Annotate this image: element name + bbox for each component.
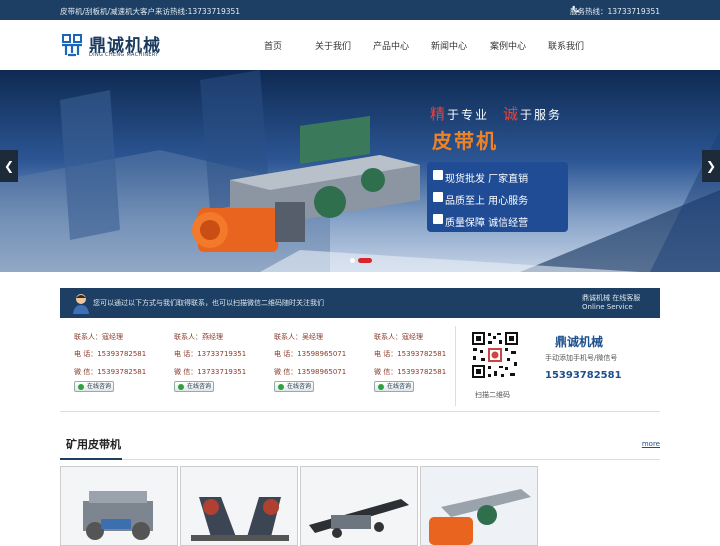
product-card-1[interactable] <box>60 466 178 546</box>
slogan-char-1: 精 <box>430 105 448 123</box>
contact-phone: 电 话：15393782581 <box>374 350 447 358</box>
top-hotline-text: 皮带机/刮板机/减速机大客户来访热线:13733719351 <box>60 7 241 16</box>
section-title: 矿用皮带机 <box>66 438 121 451</box>
slogan-text-1: 于专业 <box>447 108 490 122</box>
top-bar: 皮带机/刮板机/减速机大客户来访热线:13733719351 服务热线：1373… <box>0 0 720 20</box>
check-icon <box>433 170 443 180</box>
online-consult-button[interactable]: 在线咨询 <box>174 381 214 392</box>
qr-caption: 扫描二维码 <box>475 391 510 399</box>
slogan-char-2: 诚 <box>503 105 521 123</box>
slogan-text-2: 于服务 <box>520 108 563 122</box>
qr-company-name: 鼎诚机械 <box>555 335 604 349</box>
nav-cases[interactable]: 案例中心 <box>490 39 526 52</box>
nav-about[interactable]: 关于我们 <box>315 39 351 52</box>
contact-phone: 电 话：13733719351 <box>174 350 247 358</box>
feature-1: 现货批发 厂家直销 <box>445 174 529 185</box>
product-image <box>61 467 177 545</box>
company-logo-icon[interactable] <box>60 31 84 57</box>
banner-next-arrow-icon[interactable]: ❯ <box>702 150 720 182</box>
online-consult-button[interactable]: 在线咨询 <box>374 381 414 392</box>
section-header: 矿用皮带机 more <box>60 430 660 460</box>
contact-wechat: 微 信：13598965071 <box>274 368 347 376</box>
online-consult-button[interactable]: 在线咨询 <box>274 381 314 392</box>
divider <box>455 326 456 406</box>
contact-name: 联系人：燕经理 <box>174 333 223 341</box>
section-more-link[interactable]: more <box>642 440 660 448</box>
company-logo-subtitle: DING CHENG MACHINERY <box>89 52 159 58</box>
site-header: 鼎诚机械 DING CHENG MACHINERY 首页 关于我们 产品中心 新… <box>0 20 720 70</box>
banner-features-box: 现货批发 厂家直销 品质至上 用心服务 质量保障 诚信经营 <box>427 162 568 232</box>
customer-service-avatar-icon <box>73 294 89 314</box>
product-card-2[interactable] <box>180 466 298 546</box>
slide-dot-1[interactable] <box>350 258 355 263</box>
contact-wechat: 微 信：13733719351 <box>174 368 247 376</box>
nav-products[interactable]: 产品中心 <box>373 39 409 52</box>
banner-background-image <box>0 70 720 272</box>
slide-dot-2[interactable] <box>358 258 372 263</box>
feature-2: 品质至上 用心服务 <box>445 196 529 207</box>
hero-banner[interactable]: 精于专业 诚于服务 皮带机 现货批发 厂家直销 品质至上 用心服务 质量保障 诚… <box>0 70 720 272</box>
banner-title: 皮带机 <box>432 129 498 153</box>
nav-home[interactable]: 首页 <box>264 39 282 52</box>
contact-name: 联系人：吴经理 <box>274 333 323 341</box>
check-icon <box>433 192 443 202</box>
banner-prev-arrow-icon[interactable]: ❮ <box>0 150 18 182</box>
qr-note: 手动添加手机号/微信号 <box>545 354 618 362</box>
contact-name: 联系人：寇经理 <box>74 333 123 341</box>
contact-phone: 电 话：15393782581 <box>74 350 147 358</box>
online-service-subtitle: Online Service <box>582 303 633 311</box>
product-image <box>301 467 417 545</box>
qr-number: 15393782581 <box>545 370 622 381</box>
contact-wechat: 微 信：15393782581 <box>74 368 147 376</box>
contact-phone: 电 话：13598965071 <box>274 350 347 358</box>
product-image <box>181 467 297 545</box>
contact-intro-text: 您可以通过以下方式与我们取得联系，也可以扫描微信二维码随时关注我们 <box>93 299 324 307</box>
nav-news[interactable]: 新闻中心 <box>431 39 467 52</box>
online-consult-button[interactable]: 在线咨询 <box>74 381 114 392</box>
feature-3: 质量保障 诚信经营 <box>445 218 529 229</box>
product-card-4[interactable] <box>420 466 538 546</box>
contact-name: 联系人：寇经理 <box>374 333 423 341</box>
product-image <box>421 467 537 545</box>
online-service-title: 鼎诚机械 在线客服 <box>582 294 641 302</box>
product-card-3[interactable] <box>300 466 418 546</box>
wechat-qr-code-icon[interactable] <box>471 331 519 379</box>
service-hotline: 服务热线：13733719351 <box>570 7 660 16</box>
nav-contact[interactable]: 联系我们 <box>548 39 584 52</box>
contact-bar: 您可以通过以下方式与我们取得联系，也可以扫描微信二维码随时关注我们 鼎诚机械 在… <box>60 288 660 318</box>
contact-wechat: 微 信：15393782581 <box>374 368 447 376</box>
section-title-underline <box>60 458 122 460</box>
check-icon <box>433 214 443 224</box>
